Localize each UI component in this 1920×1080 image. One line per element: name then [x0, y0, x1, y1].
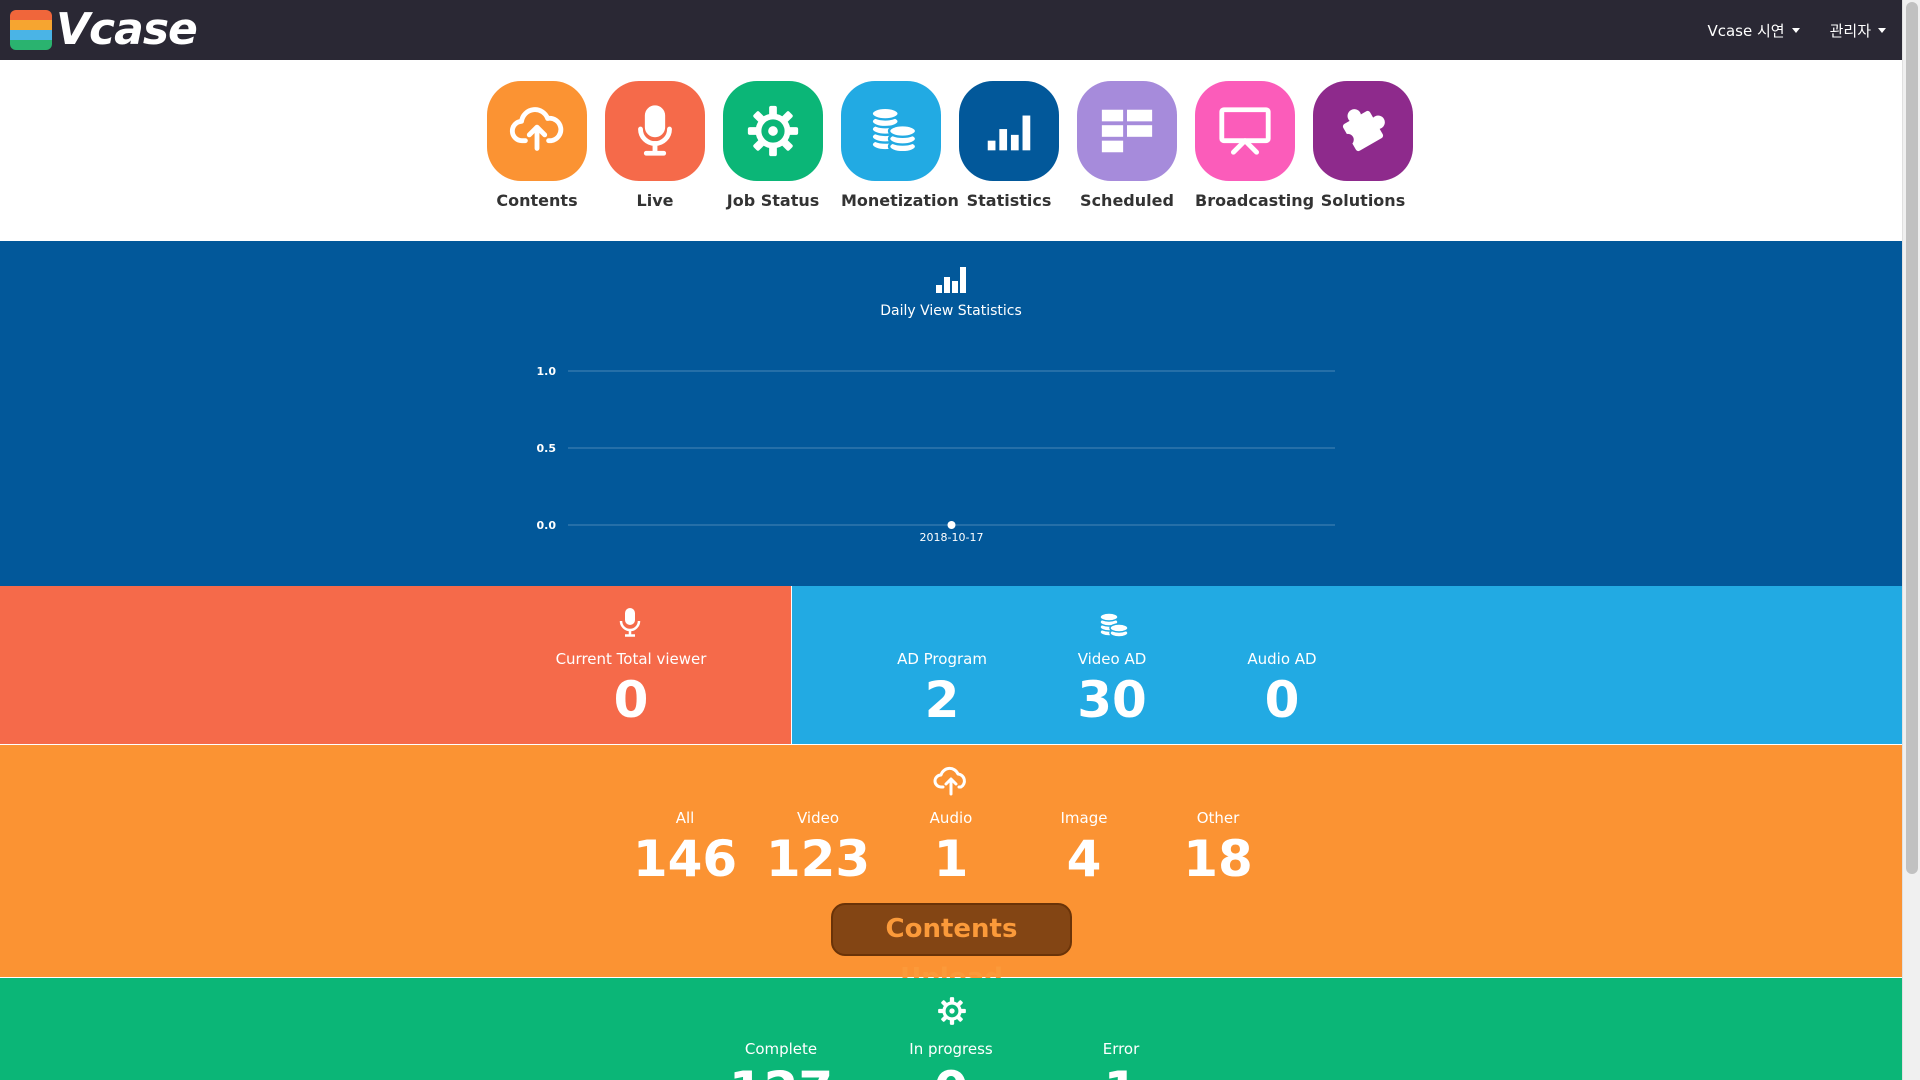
puzzle-icon — [1313, 81, 1413, 181]
schedule-grid-icon — [1077, 81, 1177, 181]
top-navbar: Vcase Vcase 시연 관리자 — [0, 0, 1902, 60]
x-tick-label: 2018-10-17 — [920, 531, 984, 541]
stat-current-viewer: Current Total viewer 0 — [531, 650, 731, 730]
menu-label-contents: Contents — [496, 191, 578, 210]
org-dropdown[interactable]: Vcase 시연 — [1707, 20, 1800, 41]
presentation-icon — [1195, 81, 1295, 181]
menu-label-job-status: Job Status — [726, 191, 820, 210]
stat-label: Error — [1102, 1040, 1140, 1058]
menu-item-contents[interactable]: Contents — [487, 81, 587, 210]
menu-item-scheduled[interactable]: Scheduled — [1077, 81, 1177, 210]
stat-value: 18 — [1183, 830, 1253, 888]
logo-icon — [10, 10, 52, 50]
logo-text: Vcase — [56, 4, 198, 55]
main-menu: Contents Live Job Status Monetization St… — [0, 60, 1902, 240]
menu-item-job-status[interactable]: Job Status — [723, 81, 823, 210]
gear-icon — [938, 997, 966, 1025]
data-point[interactable] — [947, 521, 956, 529]
menu-row: Contents Live Job Status Monetization St… — [487, 81, 1413, 210]
chart-title: Daily View Statistics — [880, 303, 1022, 319]
stat-label: Audio AD — [1247, 650, 1317, 668]
live-viewer-panel: Current Total viewer 0 — [0, 586, 791, 744]
y-tick-label: 0.5 — [537, 442, 557, 455]
job-status-panel: Complete 127 In progress 0 Error 1 — [0, 978, 1902, 1080]
cloud-upload-icon — [487, 81, 587, 181]
line-chart: 1.0 0.5 0.0 2018-10-17 — [537, 365, 1335, 541]
stat-value: 0 — [1264, 671, 1300, 729]
monetization-panel: AD Program 2 Video AD 30 Audio AD 0 — [792, 586, 1902, 744]
stat-label: Other — [1196, 809, 1240, 827]
bar-chart-icon — [936, 267, 966, 293]
bar-chart-icon — [959, 81, 1059, 181]
menu-label-monetization: Monetization — [841, 191, 959, 210]
caret-down-icon — [1878, 27, 1886, 33]
y-tick-label: 0.0 — [537, 519, 557, 532]
menu-label-live: Live — [636, 191, 674, 210]
stat-other: Other 18 — [1118, 809, 1318, 889]
microphone-icon — [605, 81, 705, 181]
menu-label-broadcasting: Broadcasting — [1195, 191, 1315, 210]
stat-value: 0 — [613, 671, 649, 729]
stat-audio-ad: Audio AD 0 — [1182, 650, 1382, 730]
user-dropdown[interactable]: 관리자 — [1830, 20, 1886, 41]
daily-view-chart: Daily View Statistics 1.0 0.5 0.0 2018-10-1… — [0, 241, 1902, 586]
coins-icon — [841, 81, 941, 181]
page-scrollbar[interactable] — [1902, 0, 1920, 1080]
gear-icon — [723, 81, 823, 181]
cloud-upload-icon — [933, 766, 966, 796]
navbar-right: Vcase 시연 관리자 — [1707, 0, 1886, 60]
stat-error: Error 1 — [1021, 1040, 1221, 1080]
scrollbar-thumb[interactable] — [1906, 2, 1918, 874]
menu-item-solutions[interactable]: Solutions — [1313, 81, 1413, 210]
contents-panel: All 146 Video 123 Audio 1 Image 4 Other … — [0, 745, 1902, 993]
caret-down-icon — [1791, 27, 1800, 33]
menu-label-scheduled: Scheduled — [1080, 191, 1174, 210]
contents-upload-button[interactable]: Contents Upload — [831, 903, 1072, 993]
menu-item-monetization[interactable]: Monetization — [841, 81, 959, 210]
logo[interactable]: Vcase — [10, 4, 198, 55]
menu-label-solutions: Solutions — [1320, 191, 1406, 210]
user-dropdown-label: 관리자 — [1829, 21, 1871, 40]
coins-icon — [1099, 612, 1129, 638]
menu-label-statistics: Statistics — [966, 191, 1052, 210]
org-dropdown-label: Vcase 시연 — [1707, 21, 1785, 40]
menu-item-statistics[interactable]: Statistics — [959, 81, 1059, 210]
microphone-icon — [619, 608, 641, 637]
stat-label: Current Total viewer — [555, 650, 707, 668]
y-tick-label: 1.0 — [537, 365, 557, 378]
menu-item-broadcasting[interactable]: Broadcasting — [1195, 81, 1315, 210]
menu-item-live[interactable]: Live — [605, 81, 705, 210]
stat-value: 1 — [1021, 1060, 1221, 1080]
